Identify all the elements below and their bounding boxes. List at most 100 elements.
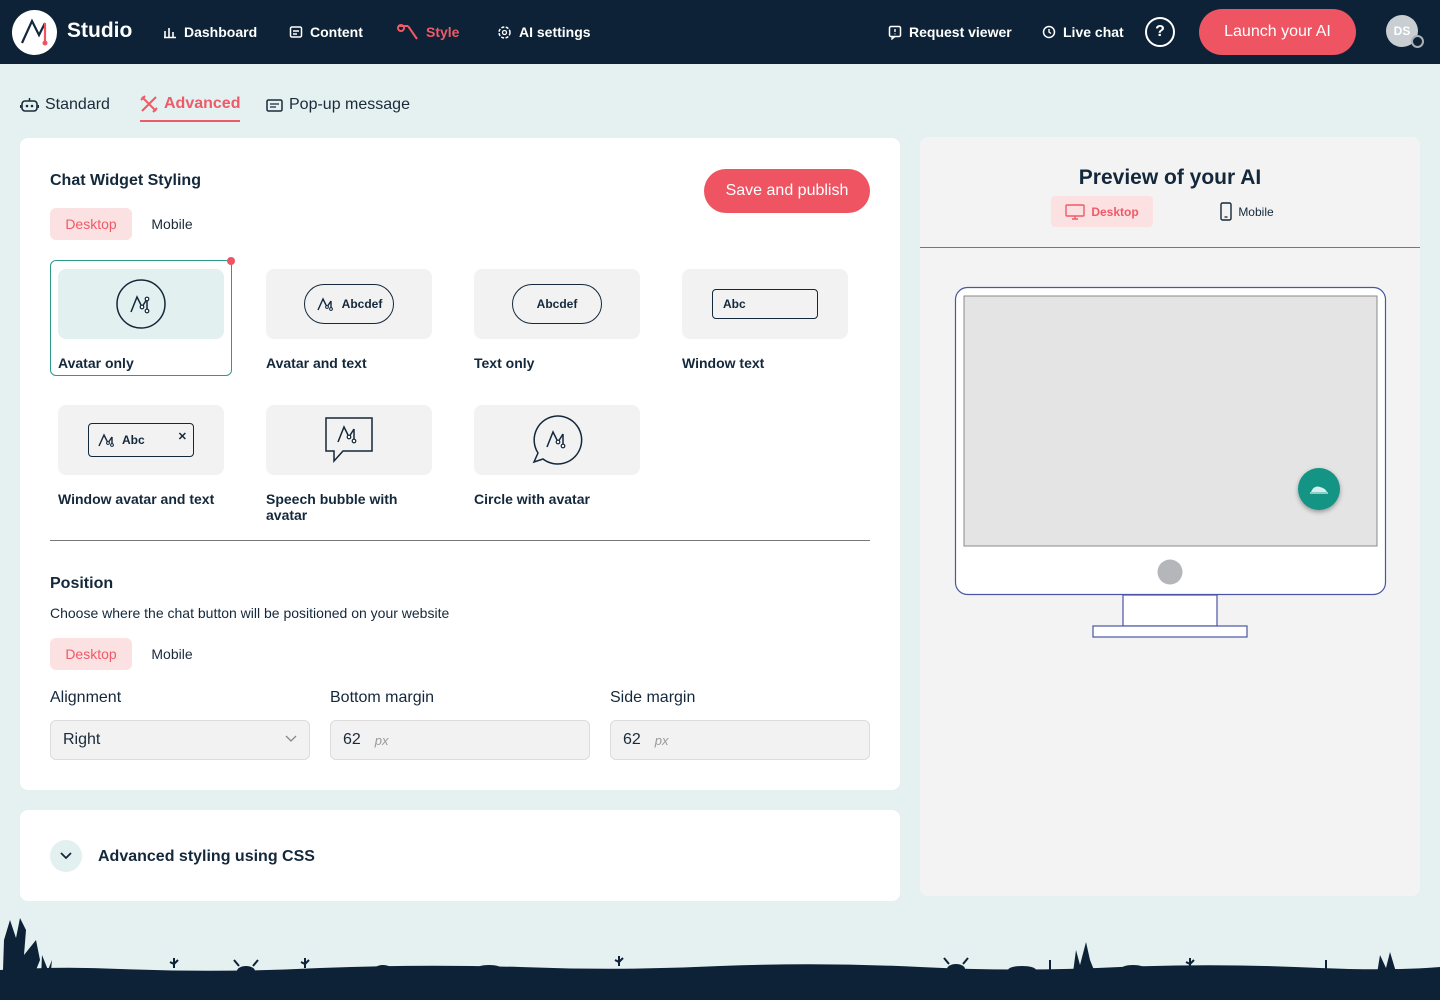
brush-icon [397, 24, 418, 40]
request-icon [888, 25, 902, 40]
bottom-margin-label: Bottom margin [330, 689, 435, 706]
launch-ai-button[interactable]: Launch your AI [1199, 9, 1356, 55]
nav-dashboard[interactable]: Dashboard [163, 0, 257, 64]
style-option-circle-with-avatar[interactable]: Circle with avatar [474, 405, 640, 507]
tab-standard-label: Standard [45, 96, 110, 113]
avatar-mark-icon [98, 433, 114, 447]
seafloor-decoration [0, 918, 1440, 1000]
preview-mobile-toggle[interactable]: Mobile [1212, 196, 1282, 227]
preview-divider [920, 247, 1420, 248]
nav-request-viewer[interactable]: Request viewer [888, 0, 1012, 64]
unit-label: px [654, 732, 669, 748]
style-option-text-only[interactable]: Abcdef Text only [474, 269, 640, 371]
sample-text: Abcdef [536, 297, 578, 311]
logo[interactable] [12, 10, 57, 55]
clock-icon [1042, 25, 1056, 39]
option-label: Speech bubble with avatar [266, 491, 398, 523]
avatar-and-text-preview: Abcdef [266, 269, 432, 339]
avatar-only-preview [58, 269, 224, 339]
mobile-icon [1220, 202, 1233, 221]
help-icon[interactable]: ? [1145, 17, 1175, 47]
position-desktop-toggle[interactable]: Desktop [50, 638, 132, 670]
side-margin-value: 62 [623, 731, 641, 748]
position-mobile-toggle[interactable]: Mobile [140, 638, 204, 670]
avatar-circle-icon [116, 279, 166, 329]
option-label: Window text [682, 355, 765, 371]
tab-popup-message[interactable]: Pop-up message [266, 88, 410, 122]
tab-popup-label: Pop-up message [289, 96, 410, 113]
desktop-icon [1065, 203, 1086, 220]
section-divider [50, 540, 870, 541]
avatar-text-pill: Abcdef [304, 284, 394, 324]
style-option-avatar-and-text[interactable]: Abcdef Avatar and text [266, 269, 432, 371]
chevron-down-icon [60, 852, 72, 860]
unit-label: px [374, 732, 389, 748]
option-label: Avatar and text [266, 355, 367, 371]
robot-icon [20, 98, 39, 112]
gear-icon [498, 25, 511, 39]
tools-icon [140, 95, 158, 113]
window-avatar-text-preview: Abc ✕ [58, 405, 224, 475]
preview-desktop-toggle[interactable]: Desktop [1051, 196, 1153, 227]
chat-launcher-icon [1310, 486, 1328, 494]
tab-advanced[interactable]: Advanced [140, 88, 241, 122]
side-margin-label: Side margin [610, 689, 696, 706]
option-label: Avatar only [58, 355, 134, 371]
chat-widget-preview-button[interactable] [1298, 468, 1340, 510]
expand-css-button[interactable] [50, 840, 82, 872]
alignment-label: Alignment [50, 689, 122, 706]
option-label: Circle with avatar [474, 491, 590, 507]
save-and-publish-button[interactable]: Save and publish [704, 169, 870, 213]
option-label: Text only [474, 355, 535, 371]
brand-name: Studio [67, 19, 133, 42]
styling-mobile-toggle[interactable]: Mobile [140, 208, 204, 240]
style-option-window-avatar-and-text[interactable]: Abc ✕ Window avatar and text [58, 405, 224, 507]
speech-bubble-preview [266, 405, 432, 475]
alignment-value: Right [63, 731, 101, 748]
alignment-select[interactable]: Right [50, 720, 310, 760]
advanced-css-title: Advanced styling using CSS [98, 848, 315, 865]
position-description: Choose where the chat button will be pos… [50, 605, 450, 621]
sample-text: Abcdef [341, 297, 383, 311]
nav-live-chat-label: Live chat [1063, 24, 1124, 40]
circle-bubble-icon [532, 415, 583, 465]
style-option-speech-bubble[interactable]: Speech bubble with avatar [266, 405, 432, 523]
nav-dashboard-label: Dashboard [184, 24, 258, 40]
style-option-window-text[interactable]: Abc Window text [682, 269, 848, 371]
preview-mobile-label: Mobile [1238, 204, 1274, 219]
nav-style-label: Style [426, 24, 460, 40]
styling-desktop-toggle[interactable]: Desktop [50, 208, 132, 240]
text-only-preview: Abcdef [474, 269, 640, 339]
nav-live-chat[interactable]: Live chat [1042, 0, 1124, 64]
chart-icon [164, 28, 176, 39]
nav-content-label: Content [310, 24, 363, 40]
window-text-preview: Abc [682, 269, 848, 339]
nav-content[interactable]: Content [289, 0, 363, 64]
chevron-down-icon [285, 735, 297, 742]
preview-title: Preview of your AI [1078, 166, 1262, 189]
content-icon [289, 26, 303, 38]
circle-avatar-preview [474, 405, 640, 475]
nav-ai-settings[interactable]: AI settings [497, 0, 591, 64]
tab-standard[interactable]: Standard [20, 88, 110, 122]
message-icon [266, 98, 283, 112]
selected-indicator-dot [227, 257, 235, 265]
logo-icon [20, 17, 47, 45]
avatar-mark-icon [317, 297, 333, 311]
window-avatar-sample: Abc ✕ [88, 423, 194, 457]
tab-advanced-label: Advanced [164, 95, 241, 112]
bottom-margin-input[interactable]: 62 px [330, 720, 590, 760]
monitor-illustration [954, 286, 1387, 638]
sample-text: Abc [122, 433, 145, 447]
bottom-margin-value: 62 [343, 731, 361, 748]
option-label: Window avatar and text [58, 491, 215, 507]
preview-desktop-label: Desktop [1091, 204, 1139, 219]
styling-title: Chat Widget Styling [50, 172, 201, 189]
text-pill: Abcdef [512, 284, 602, 324]
style-option-avatar-only[interactable]: Avatar only [58, 269, 224, 371]
nav-request-viewer-label: Request viewer [909, 24, 1012, 40]
nav-style[interactable]: Style [397, 0, 459, 64]
window-sample: Abc [712, 289, 818, 319]
close-icon: ✕ [177, 431, 187, 443]
side-margin-input[interactable]: 62 px [610, 720, 870, 760]
